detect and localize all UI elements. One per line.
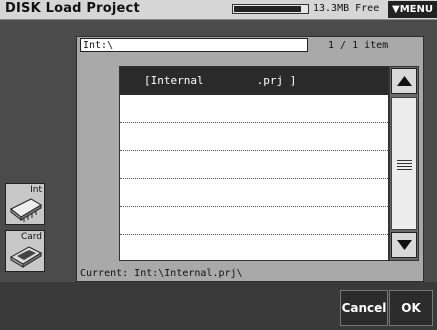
ok-button[interactable]: OK [389,290,433,326]
title-bar: DISK Load Project 13.3MB Free ▼MENU [0,0,437,20]
triangle-down-icon [397,240,412,250]
list-item[interactable] [120,235,388,263]
list-item[interactable] [120,151,388,179]
list-item[interactable] [120,95,388,123]
disk-free-text: 13.3MB Free [313,3,380,14]
device-card-button[interactable]: Card [5,230,45,272]
internal-drive-icon [10,198,42,222]
disk-usage-fill [234,6,301,12]
list-item[interactable] [120,179,388,207]
list-item[interactable]: [Internal .prj ] [120,67,388,95]
list-item[interactable] [120,123,388,151]
list-item[interactable] [120,207,388,235]
window-title: DISK Load Project [5,1,140,16]
cancel-button[interactable]: Cancel [340,290,388,326]
scroll-up-button[interactable] [391,68,417,94]
scrollbar[interactable] [389,66,419,261]
current-path: Current: Int:\Internal.prj\ [80,268,243,279]
memory-card-icon [9,246,43,268]
path-field[interactable]: Int:\ [80,38,308,52]
menu-button[interactable]: ▼MENU [388,1,437,18]
disk-free-meter [232,4,309,14]
file-list[interactable]: [Internal .prj ] [119,66,389,261]
device-internal-button[interactable]: Int [5,183,45,225]
scroll-down-button[interactable] [391,232,417,258]
item-count: 1 / 1 item [328,40,389,51]
scroll-thumb[interactable] [391,97,417,230]
list-item-label: [Internal .prj ] [144,74,297,87]
grip-icon [397,160,412,172]
triangle-up-icon [397,76,412,86]
